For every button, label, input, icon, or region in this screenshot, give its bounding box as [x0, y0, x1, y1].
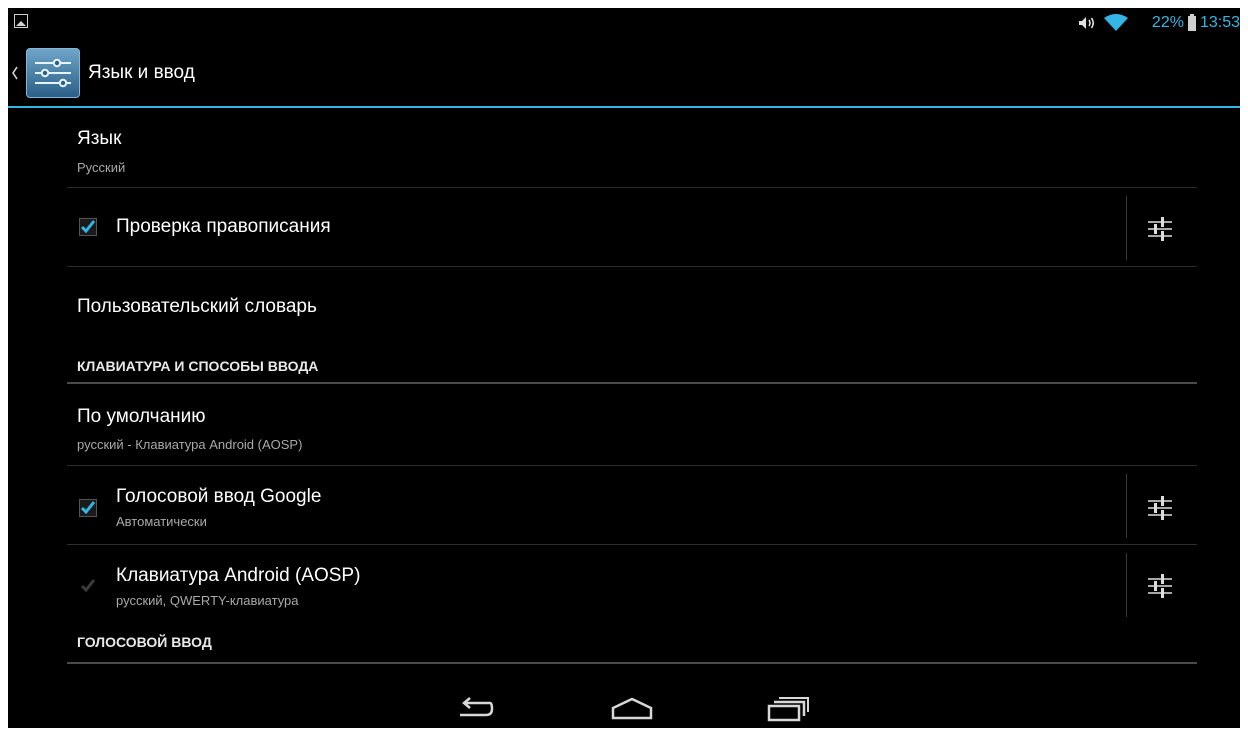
recent-apps-icon[interactable]: [766, 696, 810, 727]
spell-check-checkbox[interactable]: [79, 218, 97, 236]
pref-language-summary: Русский: [77, 160, 126, 175]
settings-app-icon[interactable]: [26, 48, 80, 98]
pref-aosp-keyboard[interactable]: Клавиатура Android (AOSP) русский, QWERT…: [67, 545, 1197, 624]
section-header-keyboard-label: КЛАВИАТУРА И СПОСОБЫ ВВОДА: [77, 358, 319, 374]
aosp-keyboard-checkbox: [79, 577, 97, 595]
settings-sliders-icon[interactable]: [1145, 214, 1175, 244]
settings-sliders-icon[interactable]: [1145, 493, 1175, 523]
section-header-voice: ГОЛОСОВОЙ ВВОД: [67, 624, 1197, 664]
wifi-icon: [1103, 14, 1128, 32]
home-icon[interactable]: [610, 696, 654, 727]
status-icons: 22% 13:53: [1078, 8, 1240, 38]
vertical-divider: [1126, 553, 1127, 617]
volume-icon: [1078, 16, 1096, 30]
device-screen: 22% 13:53 Язык и ввод Язык Русский Прове…: [8, 8, 1240, 728]
back-icon[interactable]: [454, 696, 494, 727]
vertical-divider: [1126, 474, 1127, 538]
spell-check-title: Проверка правописания: [116, 216, 331, 237]
clock: 13:53: [1199, 14, 1240, 31]
battery-status: 22% 13:53: [1151, 13, 1240, 32]
google-voice-checkbox[interactable]: [79, 499, 97, 517]
google-voice-summary: Автоматически: [116, 514, 207, 529]
gallery-notification-icon[interactable]: [14, 14, 28, 28]
aosp-keyboard-title: Клавиатура Android (AOSP): [116, 565, 361, 586]
action-bar: Язык и ввод: [8, 40, 1240, 108]
section-header-keyboard: КЛАВИАТУРА И СПОСОБЫ ВВОДА: [67, 346, 1197, 384]
default-input-summary: русский - Клавиатура Android (AOSP): [77, 437, 303, 452]
settings-sliders-icon[interactable]: [1145, 571, 1175, 601]
pref-google-voice-input[interactable]: Голосовой ввод Google Автоматически: [67, 466, 1197, 545]
user-dictionary-title: Пользовательский словарь: [77, 296, 317, 317]
aosp-keyboard-summary: русский, QWERTY-клавиатура: [116, 593, 299, 608]
page-title: Язык и ввод: [88, 62, 195, 83]
pref-spell-check[interactable]: Проверка правописания: [67, 188, 1197, 267]
pref-language[interactable]: Язык Русский: [67, 108, 1197, 188]
vertical-divider: [1126, 196, 1127, 260]
status-bar: 22% 13:53: [8, 8, 1240, 38]
navigation-bar: [8, 688, 1240, 728]
section-header-voice-label: ГОЛОСОВОЙ ВВОД: [77, 634, 212, 650]
battery-icon: [1187, 13, 1196, 31]
google-voice-title: Голосовой ввод Google: [116, 486, 322, 507]
pref-default-input[interactable]: По умолчанию русский - Клавиатура Androi…: [67, 384, 1197, 466]
default-input-title: По умолчанию: [77, 406, 206, 427]
up-caret-icon[interactable]: [10, 65, 20, 86]
pref-user-dictionary[interactable]: Пользовательский словарь: [67, 267, 1197, 346]
battery-percent: 22%: [1151, 14, 1184, 31]
pref-language-title: Язык: [77, 128, 122, 149]
